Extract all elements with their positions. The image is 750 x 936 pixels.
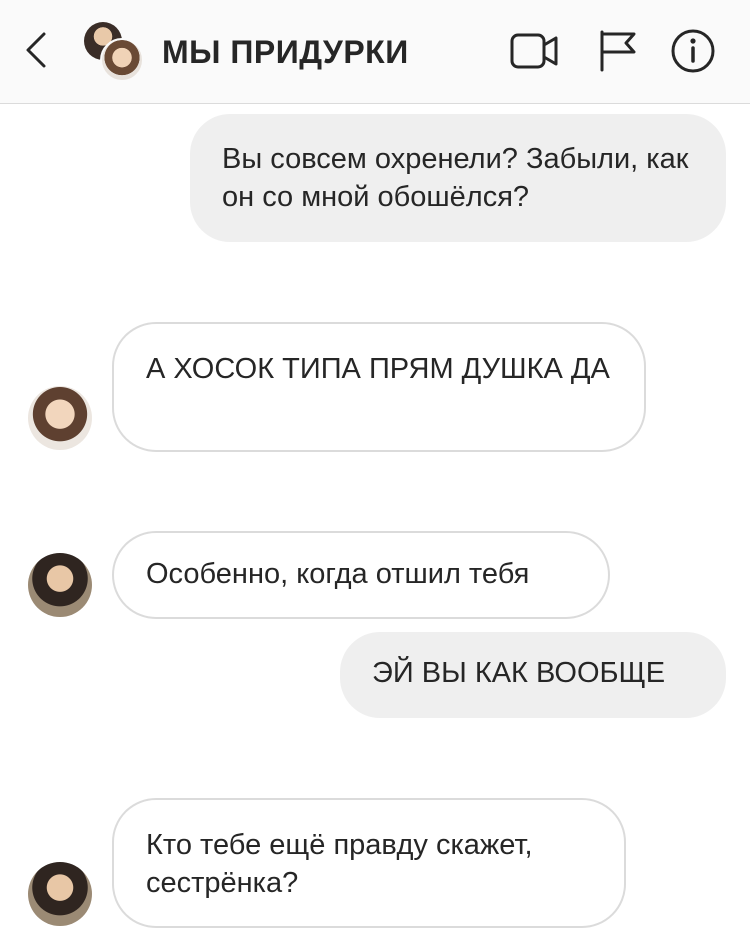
message-text: ЭЙ ВЫ КАК ВООБЩЕ [372, 657, 666, 689]
chat-title[interactable]: МЫ ПРИДУРКИ [162, 30, 409, 74]
message-bubble-outgoing[interactable]: ЭЙ ВЫ КАК ВООБЩЕ [340, 632, 726, 718]
member-avatar [100, 38, 144, 82]
group-avatar[interactable] [84, 22, 144, 82]
video-call-button[interactable] [508, 28, 558, 74]
video-camera-icon [510, 33, 558, 69]
message-bubble-outgoing[interactable]: Вы совсем охренели? Забыли, как он со мн… [190, 114, 726, 242]
chevron-left-icon [26, 32, 46, 68]
direct-message-screen: МЫ ПРИДУРКИ Вы совсем охренели? Забыли, … [0, 0, 750, 936]
info-button[interactable] [668, 28, 718, 74]
info-icon [671, 29, 715, 73]
back-button[interactable] [20, 28, 56, 72]
sender-avatar[interactable] [28, 386, 92, 450]
message-bubble-incoming[interactable]: Кто тебе ещё правду скажет, сестрёнка? [112, 798, 626, 928]
chat-header: МЫ ПРИДУРКИ [0, 0, 750, 104]
flag-icon [600, 30, 636, 72]
message-bubble-incoming[interactable]: Особенно, когда отшил тебя [112, 531, 610, 619]
sender-avatar[interactable] [28, 553, 92, 617]
message-text: А ХОСОК ТИПА ПРЯМ ДУШКА ДА [146, 353, 610, 385]
report-button[interactable] [594, 28, 644, 74]
message-text: Кто тебе ещё правду скажет, сестрёнка? [146, 829, 533, 899]
sender-avatar[interactable] [28, 862, 92, 926]
message-text: Вы совсем охренели? Забыли, как он со мн… [222, 143, 689, 213]
message-text: Особенно, когда отшил тебя [146, 558, 530, 590]
message-bubble-incoming[interactable]: А ХОСОК ТИПА ПРЯМ ДУШКА ДА [112, 322, 646, 452]
